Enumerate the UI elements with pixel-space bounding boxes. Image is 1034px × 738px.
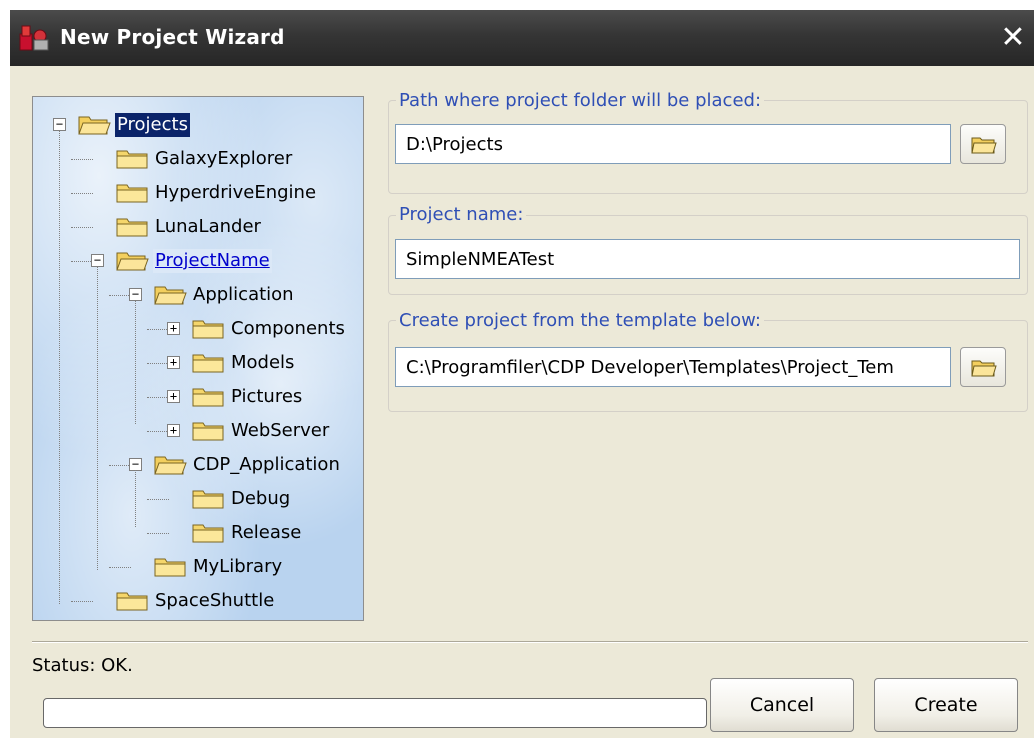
folder-icon [153, 556, 187, 578]
tree-guide-line [109, 465, 131, 466]
tree-item-label[interactable]: HyperdriveEngine [153, 181, 318, 205]
tree-item-label[interactable]: LunaLander [153, 215, 263, 239]
tree-guide-line [71, 227, 93, 228]
tree-item-label[interactable]: Projects [115, 113, 190, 137]
project-tree[interactable]: − Projects GalaxyExplorer HyperdriveEngine L… [32, 96, 364, 621]
create-button[interactable]: Create [874, 678, 1018, 732]
folder-icon [153, 454, 187, 476]
tree-guide-line [71, 261, 93, 262]
window-title: New Project Wizard [60, 25, 285, 49]
tree-item-label[interactable]: GalaxyExplorer [153, 147, 294, 171]
folder-icon [191, 522, 225, 544]
tree-guide-line [97, 265, 98, 570]
tree-expander[interactable]: + [167, 356, 180, 369]
tree-guide-line [71, 159, 93, 160]
folder-icon [77, 114, 111, 136]
tree-expander[interactable]: + [167, 390, 180, 403]
new-project-wizard-window: New Project Wizard ✕ − Projects GalaxyExpl… [10, 10, 1034, 738]
folder-icon [191, 420, 225, 442]
folder-icon [115, 250, 149, 272]
folder-icon [191, 318, 225, 340]
tree-item-label[interactable]: Components [229, 317, 347, 341]
open-folder-icon [971, 137, 997, 154]
project-name-input[interactable]: SimpleNMEATest [395, 239, 1020, 279]
tree-guide-line [147, 329, 169, 330]
tree-guide-line [147, 431, 169, 432]
tree-item-label[interactable]: Debug [229, 487, 292, 511]
folder-icon [115, 148, 149, 170]
folder-icon [115, 590, 149, 612]
tree-item-label[interactable]: Models [229, 351, 296, 375]
name-group-label: Project name: [396, 204, 527, 225]
open-folder-icon [971, 360, 997, 377]
tree-guide-line [59, 129, 60, 604]
tree-guide-line [71, 193, 93, 194]
tree-item-label[interactable]: ProjectName [153, 249, 272, 273]
path-input[interactable]: D:\Projects [395, 124, 951, 164]
tree-guide-line [147, 533, 169, 534]
tree-item-label[interactable]: Pictures [229, 385, 304, 409]
browse-path-button[interactable] [960, 124, 1006, 164]
tree-guide-line [135, 469, 136, 527]
folder-icon [153, 284, 187, 306]
tree-item-label[interactable]: Release [229, 521, 303, 545]
folder-icon [191, 352, 225, 374]
tree-expander[interactable]: − [91, 254, 104, 267]
title-bar[interactable]: New Project Wizard ✕ [10, 10, 1034, 66]
tree-guide-line [147, 499, 169, 500]
tree-item-label[interactable]: CDP_Application [191, 453, 342, 477]
close-button[interactable]: ✕ [998, 23, 1028, 54]
tree-expander[interactable]: − [129, 288, 142, 301]
tree-guide-line [147, 363, 169, 364]
tree-expander[interactable]: + [167, 322, 180, 335]
app-icon [18, 24, 52, 52]
tree-item-label[interactable]: WebServer [229, 419, 331, 443]
progress-bar [43, 698, 707, 728]
tree-item-label[interactable]: SpaceShuttle [153, 589, 276, 613]
tree-expander[interactable]: − [129, 458, 142, 471]
tree-guide-line [135, 299, 136, 424]
folder-icon [191, 386, 225, 408]
template-group-label: Create project from the template below: [396, 310, 764, 331]
tree-expander[interactable]: + [167, 424, 180, 437]
cancel-button[interactable]: Cancel [710, 678, 854, 732]
tree-item-label[interactable]: MyLibrary [191, 555, 284, 579]
template-path-input[interactable]: C:\Programfiler\CDP Developer\Templates\… [395, 347, 951, 387]
path-group-label: Path where project folder will be placed… [396, 90, 765, 111]
folder-icon [115, 216, 149, 238]
tree-expander[interactable]: − [53, 118, 66, 131]
tree-item-label[interactable]: Application [191, 283, 296, 307]
separator [32, 641, 1028, 643]
browse-template-button[interactable] [960, 347, 1006, 387]
folder-icon [115, 182, 149, 204]
tree-guide-line [109, 295, 131, 296]
tree-guide-line [71, 601, 93, 602]
folder-icon [191, 488, 225, 510]
status-text: Status: OK. [32, 655, 133, 676]
tree-guide-line [109, 567, 131, 568]
tree-guide-line [147, 397, 169, 398]
